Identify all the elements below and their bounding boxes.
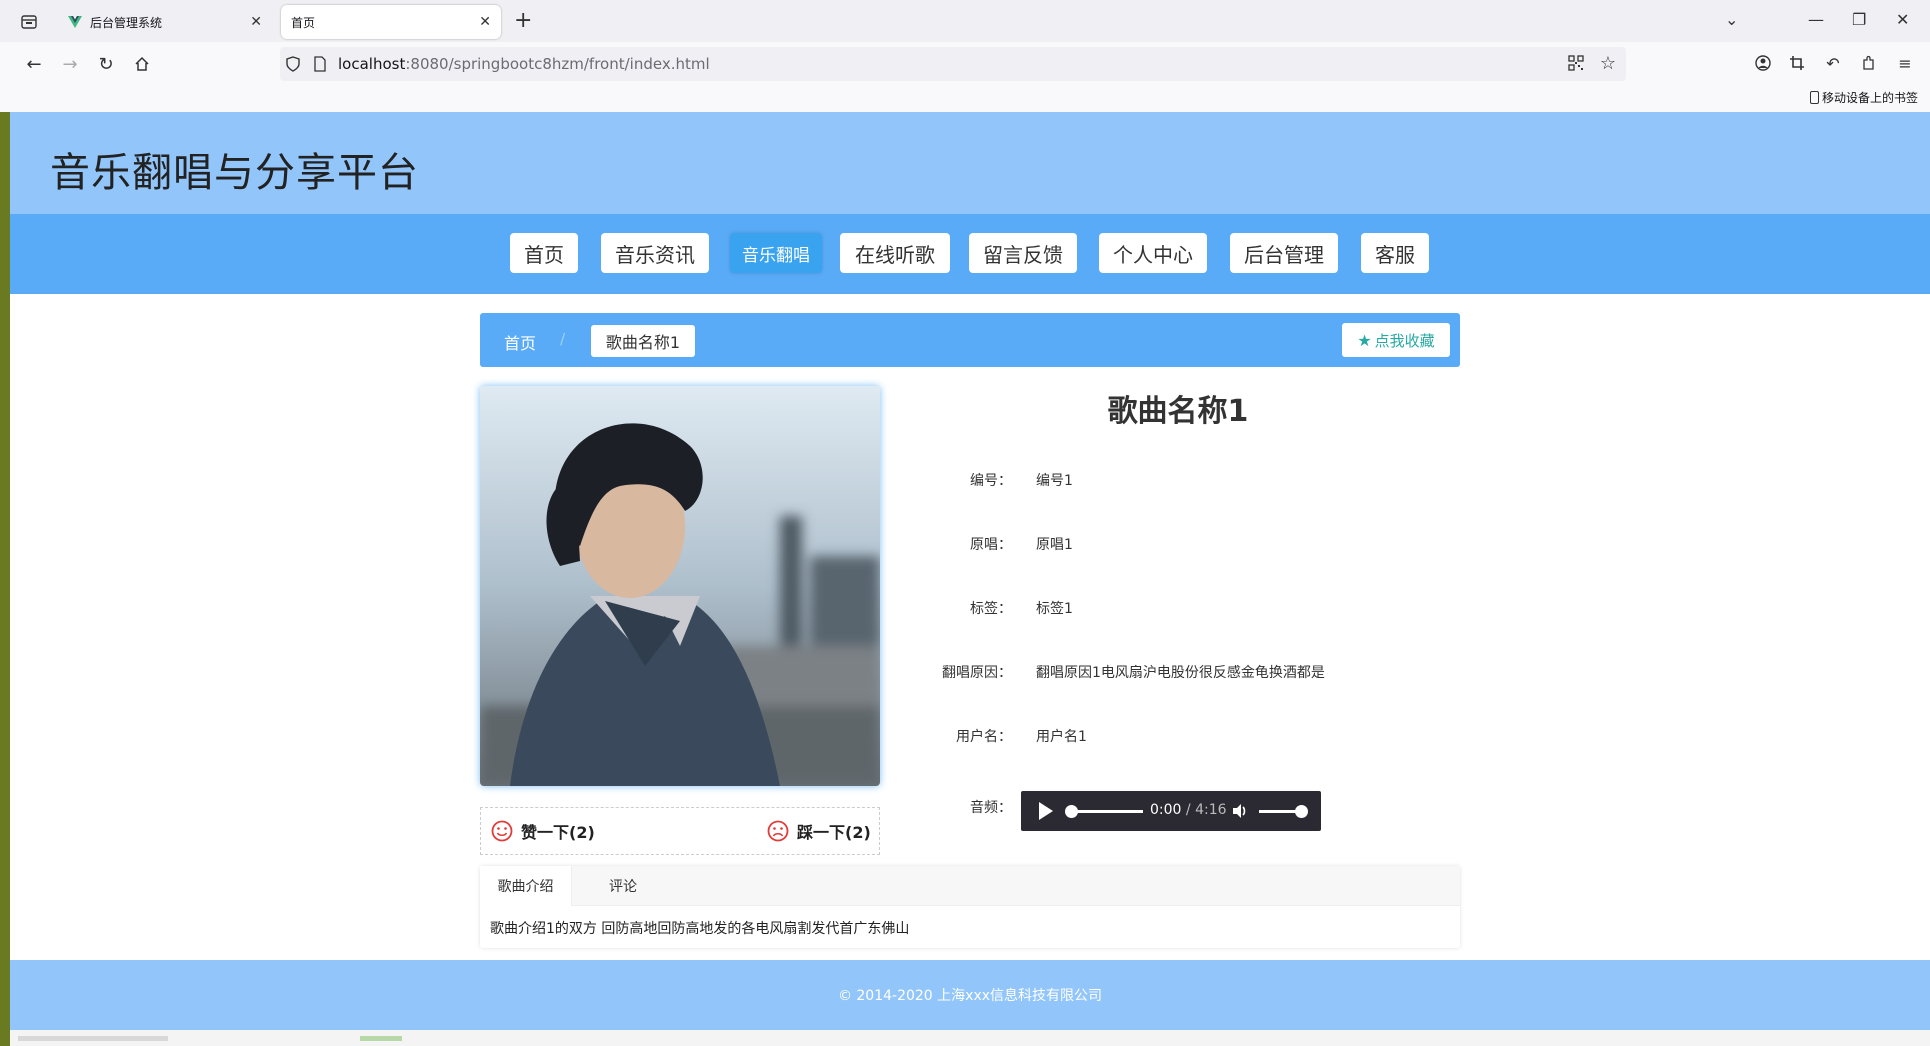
field-label-original-singer: 原唱：: [970, 537, 1012, 553]
field-label-audio: 音频：: [970, 800, 1012, 816]
minimize-icon[interactable]: —: [1808, 10, 1824, 29]
tab-song-intro[interactable]: 歌曲介绍: [480, 866, 572, 906]
home-icon[interactable]: [130, 52, 154, 76]
star-icon: ★: [1357, 330, 1372, 350]
favorite-button[interactable]: ★ 点我收藏: [1342, 323, 1450, 357]
site-footer: © 2014-2020 上海xxx信息科技有限公司: [10, 960, 1930, 1030]
back-icon[interactable]: ←: [22, 52, 46, 76]
field-value-cover-reason: 翻唱原因1电风扇沪电股份很反感金龟换酒都是: [1036, 665, 1325, 681]
vote-box: 赞一下(2) 踩一下(2): [480, 807, 880, 855]
field-value-tag: 标签1: [1036, 601, 1073, 617]
horizontal-scrollbar[interactable]: [10, 1030, 1930, 1046]
url-text: localhost:8080/springbootc8hzm/front/ind…: [338, 55, 710, 73]
play-icon[interactable]: [1039, 802, 1053, 820]
favorite-label: 点我收藏: [1374, 331, 1435, 350]
scrollbar-marker: [360, 1036, 402, 1041]
scrollbar-thumb[interactable]: [18, 1036, 168, 1041]
field-value-username: 用户名1: [1036, 729, 1087, 745]
tab-list-icon[interactable]: [16, 10, 42, 34]
vue-logo-icon: [68, 16, 82, 28]
tab-comments[interactable]: 评论: [572, 866, 674, 906]
bookmarks-toolbar: 移动设备上的书签: [0, 86, 1930, 112]
bookmark-star-icon[interactable]: ☆: [1600, 53, 1616, 74]
tabs-header: 歌曲介绍 评论: [480, 866, 1460, 906]
song-cover-image: [480, 386, 880, 786]
volume-thumb[interactable]: [1295, 805, 1308, 818]
nav-item-admin[interactable]: 后台管理: [1230, 233, 1338, 273]
song-title: 歌曲名称1: [1107, 394, 1249, 429]
browser-tab-title: 后台管理系统: [90, 15, 163, 30]
volume-icon[interactable]: [1231, 802, 1249, 820]
forward-icon[interactable]: →: [58, 52, 82, 76]
browser-tab-admin[interactable]: 后台管理系统 ✕: [58, 5, 272, 39]
breadcrumb-current: 歌曲名称1: [591, 325, 695, 357]
close-tab-icon[interactable]: ✕: [479, 14, 491, 30]
nav-item-feedback[interactable]: 留言反馈: [969, 233, 1077, 273]
detail-tabs: 歌曲介绍 评论 歌曲介绍1的双方 回防高地回防高地发的各电风扇割发代首广东佛山: [480, 866, 1460, 948]
shield-icon: [286, 56, 300, 72]
nav-item-home[interactable]: 首页: [510, 233, 578, 273]
nav-item-profile[interactable]: 个人中心: [1099, 233, 1207, 273]
mobile-bookmarks-label: 移动设备上的书签: [1821, 91, 1918, 105]
menu-icon[interactable]: ≡: [1894, 52, 1916, 74]
restore-icon[interactable]: ❐: [1852, 10, 1866, 29]
page-icon: [314, 56, 326, 72]
undo-icon[interactable]: ↶: [1822, 52, 1844, 74]
audio-time: 0:00 / 4:16: [1150, 802, 1227, 818]
phone-icon: [1809, 91, 1819, 104]
browser-toolbar: ← → ↻ localhost:8080/springbootc8hzm/fro…: [0, 42, 1930, 86]
copyright-text: © 2014-2020 上海xxx信息科技有限公司: [837, 988, 1103, 1004]
crop-icon[interactable]: [1786, 52, 1808, 74]
audio-player: 0:00 / 4:16: [1021, 791, 1321, 831]
nav-item-online-music[interactable]: 在线听歌: [840, 233, 950, 273]
browser-tab-title: 首页: [291, 15, 316, 30]
new-tab-icon[interactable]: +: [514, 8, 532, 33]
breadcrumb-home[interactable]: 首页: [504, 330, 536, 354]
nav-item-service[interactable]: 客服: [1361, 233, 1429, 273]
site-title: 音乐翻唱与分享平台: [50, 150, 419, 196]
dislike-button[interactable]: 踩一下(2): [767, 819, 871, 843]
dislike-label: 踩一下(2): [797, 823, 871, 842]
field-value-id: 编号1: [1036, 473, 1073, 489]
site-header: 音乐翻唱与分享平台: [10, 112, 1930, 214]
seek-track[interactable]: [1075, 810, 1143, 813]
volume-track[interactable]: [1259, 810, 1299, 813]
seek-thumb[interactable]: [1065, 805, 1078, 818]
like-label: 赞一下(2): [521, 823, 595, 842]
field-label-username: 用户名：: [956, 729, 1012, 745]
breadcrumb-separator: /: [560, 330, 566, 348]
extensions-icon[interactable]: [1858, 52, 1880, 74]
frown-icon: [767, 820, 789, 842]
browser-tab-strip: 后台管理系统 ✕ 首页 ✕ + ⌄ — ❐ ✕: [0, 0, 1930, 42]
close-window-icon[interactable]: ✕: [1896, 10, 1909, 29]
field-label-cover-reason: 翻唱原因：: [942, 665, 1012, 681]
nav-item-music-covers[interactable]: 音乐翻唱: [730, 233, 822, 273]
browser-tab-home[interactable]: 首页 ✕: [281, 5, 501, 39]
song-intro-text: 歌曲介绍1的双方 回防高地回防高地发的各电风扇割发代首广东佛山: [490, 921, 910, 937]
field-value-original-singer: 原唱1: [1036, 537, 1073, 553]
nav-item-music-news[interactable]: 音乐资讯: [601, 233, 709, 273]
like-button[interactable]: 赞一下(2): [491, 819, 595, 843]
breadcrumb: 首页 / 歌曲名称1 ★ 点我收藏: [480, 313, 1460, 367]
mobile-bookmarks-folder[interactable]: 移动设备上的书签: [1809, 89, 1918, 106]
reload-icon[interactable]: ↻: [94, 52, 118, 76]
account-icon[interactable]: [1752, 52, 1774, 74]
page-viewport: 音乐翻唱与分享平台 首页 音乐资讯 音乐翻唱 在线听歌 留言反馈 个人中心 后台…: [10, 112, 1930, 1046]
smile-icon: [491, 820, 513, 842]
close-tab-icon[interactable]: ✕: [250, 14, 262, 30]
field-label-tag: 标签：: [970, 601, 1012, 617]
tab-overflow-icon[interactable]: ⌄: [1725, 10, 1738, 29]
address-bar[interactable]: localhost:8080/springbootc8hzm/front/ind…: [280, 47, 1626, 81]
field-label-id: 编号：: [970, 473, 1012, 489]
main-nav: 首页 音乐资讯 音乐翻唱 在线听歌 留言反馈 个人中心 后台管理 客服: [10, 214, 1930, 294]
qr-code-icon[interactable]: [1568, 55, 1584, 71]
window-left-edge: [0, 112, 10, 1046]
